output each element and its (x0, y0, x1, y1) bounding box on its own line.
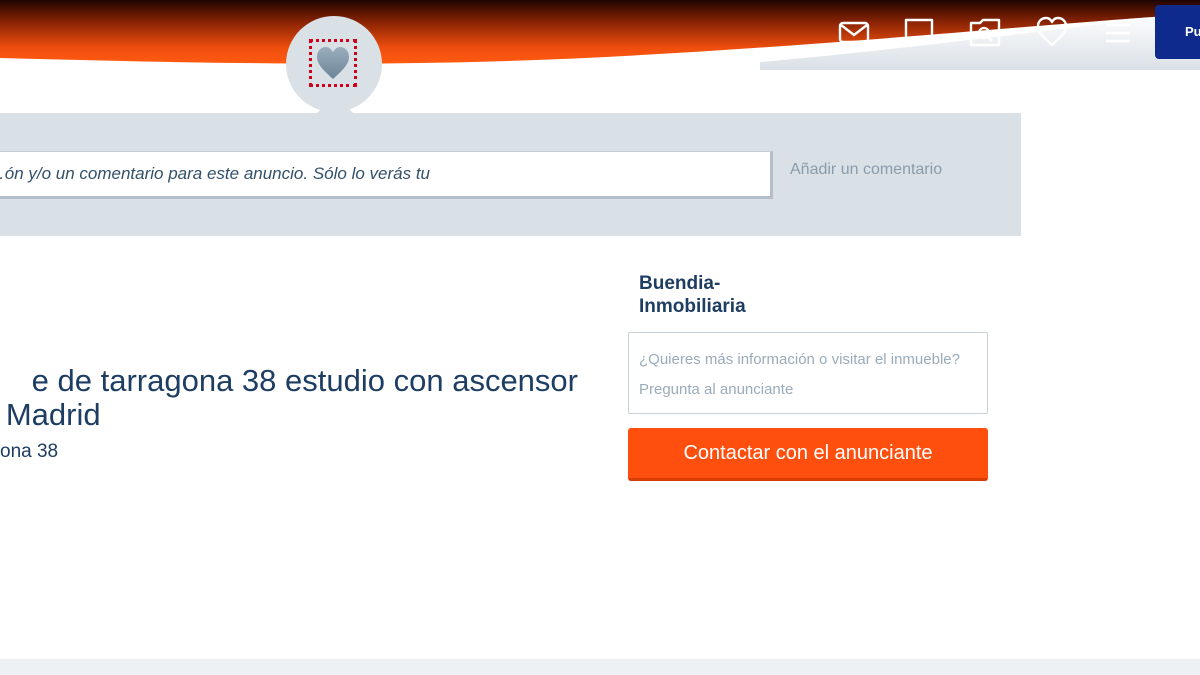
contact-message-field[interactable]: ¿Quieres más información o visitar el in… (628, 332, 988, 414)
publish-button[interactable]: Pu (1155, 5, 1200, 59)
advertiser-name: Buendia-Inmobiliaria (639, 273, 746, 317)
saved-search-icon[interactable] (967, 14, 1003, 50)
contact-message-placeholder: ¿Quieres más información o visitar el in… (639, 351, 960, 398)
comment-section: …ón y/o un comentario para este anuncio.… (0, 113, 1021, 236)
footer-strip (0, 659, 1200, 675)
add-comment-button[interactable]: Añadir un comentario (790, 161, 942, 179)
favourite-pointer (315, 95, 355, 115)
listing-title-line1: e de tarragona 38 estudio con ascensor (31, 363, 578, 398)
menu-icon[interactable] (1100, 14, 1136, 50)
heart-icon (317, 47, 349, 79)
chat-icon[interactable] (901, 14, 937, 50)
listing-title-line2: n Madrid (0, 397, 101, 432)
comment-input[interactable]: …ón y/o un comentario para este anuncio.… (0, 151, 773, 199)
mail-icon[interactable] (836, 14, 872, 50)
favourite-button[interactable] (309, 39, 357, 87)
comment-placeholder: …ón y/o un comentario para este anuncio.… (0, 164, 430, 183)
heart-icon[interactable] (1034, 14, 1070, 50)
listing-address: ona 38 (0, 441, 59, 462)
header-banner (0, 0, 1200, 70)
contact-advertiser-button[interactable]: Contactar con el anunciante (628, 428, 988, 481)
